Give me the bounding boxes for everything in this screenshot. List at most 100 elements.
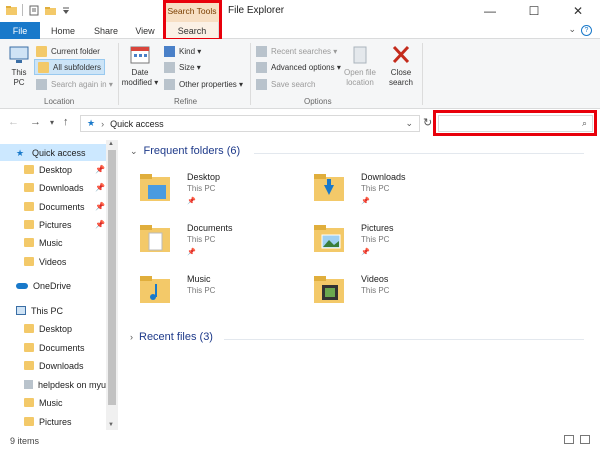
folder-icon — [36, 45, 47, 57]
large-icons-view-icon[interactable] — [580, 435, 590, 444]
sidebar-item-videos[interactable]: Videos — [0, 253, 106, 270]
sidebar-item-label: OneDrive — [33, 280, 72, 291]
folder-name: Music — [187, 274, 211, 284]
search-again-label: Search again in ▾ — [51, 79, 113, 89]
folder-icon — [24, 324, 34, 333]
folder-icon — [24, 202, 34, 211]
computer-icon — [16, 306, 26, 315]
help-icon[interactable]: ? — [581, 25, 592, 36]
pin-icon: 📌 — [95, 220, 105, 229]
current-folder-button[interactable]: Current folder — [36, 44, 100, 58]
folder-tile-documents[interactable]: Documents This PC 📌 — [140, 221, 310, 265]
pin-icon: 📌 — [187, 249, 196, 256]
this-pc-button[interactable]: This PC — [6, 45, 32, 88]
minimize-button[interactable]: — — [468, 0, 512, 22]
save-search-button[interactable]: Save search — [256, 77, 315, 91]
sidebar-item-onedrive[interactable]: OneDrive — [0, 277, 106, 294]
address-row: ← → ▾ ↑ ★ › Quick access ⌄ ↻ ⌕ — [0, 110, 600, 136]
details-view-icon[interactable] — [564, 435, 574, 444]
chevron-right-icon: › — [130, 332, 133, 342]
sidebar-item-label: Videos — [39, 256, 67, 267]
sidebar-item-quick-access[interactable]: ★ Quick access — [0, 144, 106, 161]
up-arrow-icon[interactable]: ↑ — [63, 116, 69, 128]
size-icon — [164, 61, 175, 73]
section-divider — [224, 339, 584, 340]
tab-file[interactable]: File — [0, 22, 40, 39]
sidebar-item-pc-pictures[interactable]: Pictures — [0, 413, 106, 430]
tab-view[interactable]: View — [128, 22, 162, 39]
all-subfolders-label: All subfolders — [53, 62, 102, 72]
close-search-button[interactable]: Close search — [384, 45, 418, 88]
folder-icon — [24, 165, 34, 174]
recent-files-header[interactable]: › Recent files (3) — [130, 331, 213, 343]
open-file-location-icon — [353, 46, 367, 64]
recent-locations-icon[interactable]: ▾ — [50, 118, 54, 127]
new-folder-icon[interactable] — [45, 5, 56, 16]
kind-button[interactable]: Kind ▾ — [164, 44, 201, 58]
forward-arrow-icon[interactable]: → — [30, 116, 41, 128]
advanced-options-button[interactable]: Advanced options ▾ — [256, 60, 341, 74]
other-properties-label: Other properties ▾ — [179, 79, 244, 89]
customize-toolbar-icon[interactable] — [61, 5, 71, 16]
folder-tile-desktop[interactable]: Desktop This PC 📌 — [140, 170, 310, 214]
search-again-in-button[interactable]: Search again in ▾ — [36, 77, 113, 91]
sidebar-item-pc-documents[interactable]: Documents — [0, 339, 106, 356]
content-pane: ⌄ Frequent folders (6) Desktop This PC 📌… — [124, 140, 594, 430]
open-file-location-button[interactable]: Open file location — [340, 45, 380, 88]
sidebar-item-desktop[interactable]: Desktop 📌 — [0, 161, 106, 178]
sidebar-item-this-pc[interactable]: This PC — [0, 302, 106, 319]
sidebar-item-pc-music[interactable]: Music — [0, 394, 106, 411]
section-divider — [254, 153, 584, 154]
close-window-button[interactable]: ✕ — [556, 0, 600, 22]
sidebar-item-pc-desktop[interactable]: Desktop — [0, 320, 106, 337]
sidebar-item-documents[interactable]: Documents 📌 — [0, 198, 106, 215]
scroll-up-icon[interactable]: ▲ — [108, 141, 114, 147]
address-dropdown-icon[interactable]: ⌄ — [405, 118, 413, 129]
date-modified-label-line1: Date — [131, 68, 149, 77]
explorer-app-icon — [6, 5, 17, 16]
sidebar-item-music[interactable]: Music — [0, 234, 106, 251]
location-group-label: Location — [44, 97, 75, 106]
properties-icon[interactable] — [29, 5, 39, 16]
refine-group-label: Refine — [174, 97, 198, 106]
computer-icon — [9, 46, 29, 63]
back-arrow-icon[interactable]: ← — [8, 116, 19, 128]
title-bar: Search Tools File Explorer — ☐ ✕ — [0, 0, 600, 22]
sidebar-item-downloads[interactable]: Downloads 📌 — [0, 179, 106, 196]
sidebar-item-pc-downloads[interactable]: Downloads — [0, 357, 106, 374]
all-subfolders-button[interactable]: All subfolders — [34, 59, 106, 75]
frequent-folders-header[interactable]: ⌄ Frequent folders (6) — [130, 145, 240, 157]
music-folder-icon — [140, 276, 170, 303]
folder-icon — [24, 343, 34, 352]
size-button[interactable]: Size ▾ — [164, 60, 201, 74]
scroll-down-icon[interactable]: ▼ — [108, 422, 114, 428]
address-bar[interactable]: ★ › Quick access ⌄ — [80, 115, 420, 132]
calendar-icon — [130, 46, 150, 64]
pin-icon: 📌 — [95, 183, 105, 192]
date-modified-button[interactable]: Date modified ▾ — [120, 45, 160, 88]
close-search-line2: search — [388, 78, 413, 87]
tab-home[interactable]: Home — [44, 22, 82, 39]
sidebar-item-helpdesk[interactable]: helpdesk on myu — [0, 376, 106, 393]
chevron-down-icon[interactable]: ⌄ — [568, 24, 576, 35]
folder-icon — [24, 417, 34, 426]
folder-tile-videos[interactable]: Videos This PC — [314, 272, 484, 316]
scrollbar-thumb[interactable] — [108, 150, 116, 405]
maximize-button[interactable]: ☐ — [512, 0, 556, 22]
folder-icon — [24, 398, 34, 407]
sidebar-item-label: Music — [39, 397, 63, 408]
other-properties-button[interactable]: Other properties ▾ — [164, 77, 243, 91]
folder-tile-downloads[interactable]: Downloads This PC 📌 — [314, 170, 484, 214]
close-icon — [392, 45, 410, 64]
breadcrumb[interactable]: Quick access — [110, 119, 164, 129]
tab-share[interactable]: Share — [86, 22, 126, 39]
folder-tile-pictures[interactable]: Pictures This PC 📌 — [314, 221, 484, 265]
desktop-folder-icon — [140, 174, 170, 201]
recent-searches-button[interactable]: Recent searches ▾ — [256, 44, 337, 58]
this-pc-label-line1: This — [11, 68, 27, 77]
date-modified-label-line2: modified ▾ — [121, 78, 159, 87]
folder-tile-music[interactable]: Music This PC — [140, 272, 310, 316]
refresh-icon[interactable]: ↻ — [423, 116, 432, 129]
folder-location: This PC — [361, 235, 390, 244]
sidebar-item-pictures[interactable]: Pictures 📌 — [0, 216, 106, 233]
